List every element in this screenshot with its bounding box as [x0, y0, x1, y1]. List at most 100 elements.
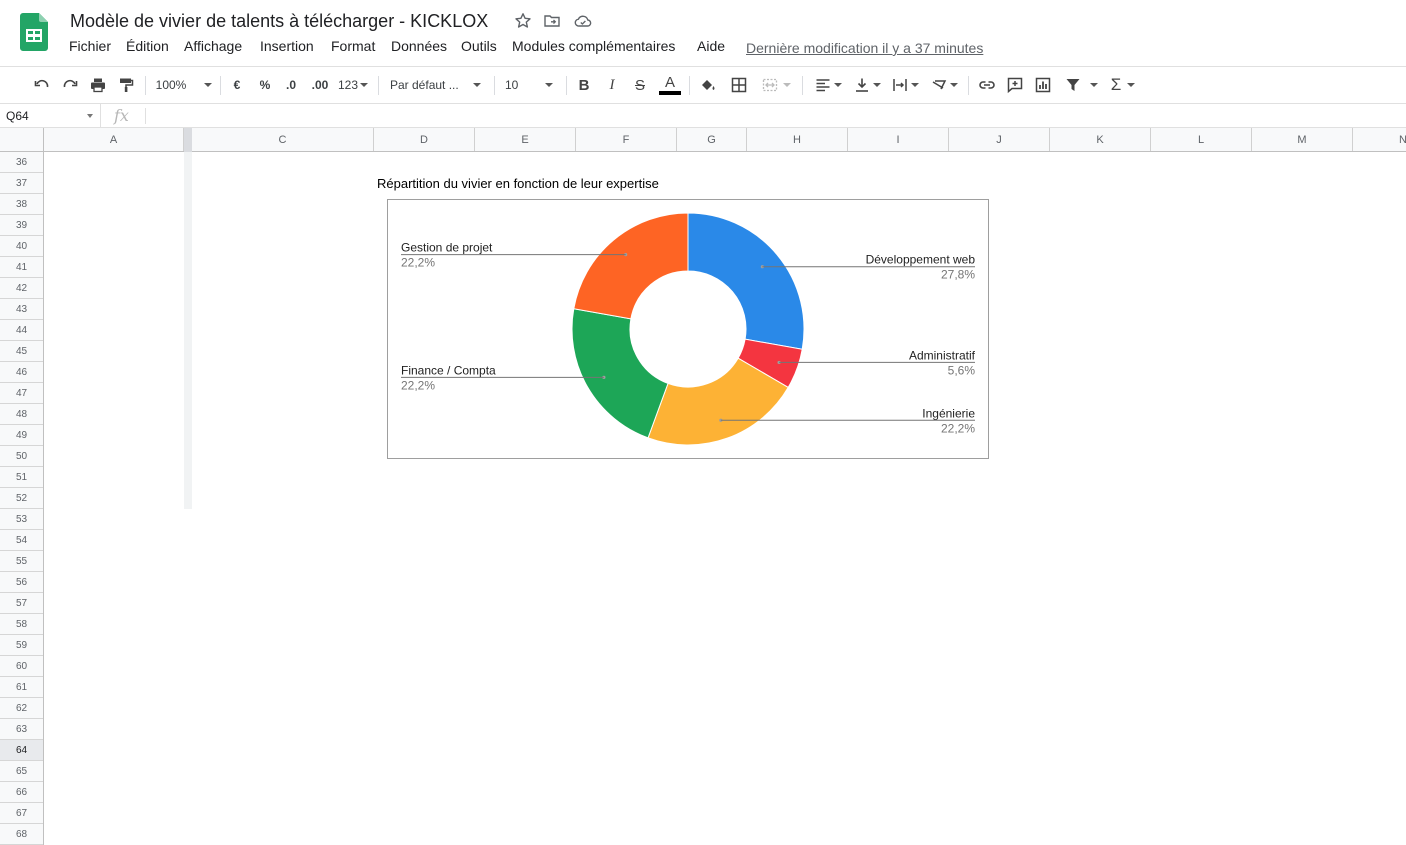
row-header[interactable]: 39 [0, 215, 43, 236]
star-icon[interactable] [514, 12, 532, 30]
redo-button[interactable] [60, 74, 80, 96]
row-header[interactable]: 67 [0, 803, 43, 824]
row-header[interactable]: 60 [0, 656, 43, 677]
row-header[interactable]: 36 [0, 152, 43, 173]
column-header[interactable]: C [192, 128, 374, 151]
row-header[interactable]: 50 [0, 446, 43, 467]
currency-label: € [233, 78, 241, 92]
hidden-column-marker[interactable] [184, 128, 192, 152]
row-header[interactable]: 63 [0, 719, 43, 740]
insert-comment-button[interactable] [1005, 74, 1025, 96]
row-header[interactable]: 54 [0, 530, 43, 551]
functions-button[interactable]: Σ [1107, 74, 1139, 96]
menu-insert[interactable]: Insertion [260, 38, 314, 54]
row-header[interactable]: 61 [0, 677, 43, 698]
merge-cells-button[interactable] [758, 74, 794, 96]
row-header[interactable]: 52 [0, 488, 43, 509]
menu-tools[interactable]: Outils [461, 38, 497, 54]
decrease-decimal-button[interactable]: .0 [282, 74, 300, 96]
menu-edit[interactable]: Édition [126, 38, 169, 54]
pie-slice[interactable] [571, 308, 669, 439]
last-edit-link[interactable]: Dernière modification il y a 37 minutes [746, 40, 983, 56]
row-header[interactable]: 48 [0, 404, 43, 425]
bold-button[interactable]: B [575, 74, 593, 96]
row-header[interactable]: 46 [0, 362, 43, 383]
column-header[interactable]: N [1353, 128, 1406, 151]
row-header[interactable]: 44 [0, 320, 43, 341]
row-header[interactable]: 40 [0, 236, 43, 257]
menu-view[interactable]: Affichage [184, 38, 242, 54]
column-header[interactable]: E [475, 128, 576, 151]
column-header[interactable]: F [576, 128, 677, 151]
filter-button[interactable] [1062, 74, 1100, 96]
row-header[interactable]: 51 [0, 467, 43, 488]
row-header[interactable]: 58 [0, 614, 43, 635]
font-size-select[interactable]: 10 [505, 74, 558, 96]
row-header[interactable]: 65 [0, 761, 43, 782]
font-family-select[interactable]: Par défaut ... [390, 74, 484, 96]
undo-button[interactable] [32, 74, 52, 96]
document-title[interactable]: Modèle de vivier de talents à télécharge… [70, 11, 488, 32]
menu-data[interactable]: Données [391, 38, 447, 54]
horizontal-align-button[interactable] [812, 74, 844, 96]
row-header[interactable]: 68 [0, 824, 43, 845]
column-header[interactable]: I [848, 128, 949, 151]
column-header[interactable]: K [1050, 128, 1151, 151]
select-all-corner[interactable] [0, 128, 44, 151]
donut-chart-svg: Développement web27,8% Administratif5,6% I… [401, 212, 976, 446]
strikethrough-button[interactable]: S [631, 74, 649, 96]
row-header[interactable]: 64 [0, 740, 43, 761]
column-header[interactable]: M [1252, 128, 1353, 151]
increase-decimal-button[interactable]: .00 [309, 74, 331, 96]
app-header: Modèle de vivier de talents à télécharge… [0, 0, 1406, 66]
row-header[interactable]: 57 [0, 593, 43, 614]
fill-color-button[interactable] [698, 74, 718, 96]
row-header[interactable]: 62 [0, 698, 43, 719]
pie-chart[interactable]: Développement web 27,8% Administratif 5,6% I… [387, 199, 989, 459]
row-header[interactable]: 47 [0, 383, 43, 404]
currency-format-button[interactable]: € [229, 74, 245, 96]
row-header[interactable]: 55 [0, 551, 43, 572]
paint-format-button[interactable] [116, 74, 136, 96]
print-button[interactable] [88, 74, 108, 96]
name-box[interactable]: Q64 [0, 104, 101, 127]
pie-slice[interactable] [573, 212, 689, 320]
row-header[interactable]: 49 [0, 425, 43, 446]
column-header[interactable]: A [44, 128, 184, 151]
row-header[interactable]: 66 [0, 782, 43, 803]
menu-help[interactable]: Aide [697, 38, 725, 54]
insert-link-button[interactable] [977, 74, 997, 96]
row-header[interactable]: 42 [0, 278, 43, 299]
more-formats-select[interactable]: 123 [337, 74, 369, 96]
row-header[interactable]: 37 [0, 173, 43, 194]
menu-addons[interactable]: Modules complémentaires [512, 38, 675, 54]
column-header[interactable]: D [374, 128, 475, 151]
row-header[interactable]: 41 [0, 257, 43, 278]
borders-button[interactable] [729, 74, 749, 96]
row-header[interactable]: 38 [0, 194, 43, 215]
chart-title[interactable]: Répartition du vivier en fonction de leu… [377, 176, 659, 191]
insert-chart-button[interactable] [1033, 74, 1053, 96]
column-header[interactable]: H [747, 128, 848, 151]
menu-file[interactable]: Fichier [69, 38, 111, 54]
text-color-button[interactable]: A [659, 74, 681, 96]
pie-slice[interactable] [687, 212, 805, 350]
column-header[interactable]: L [1151, 128, 1252, 151]
row-header[interactable]: 59 [0, 635, 43, 656]
zoom-select[interactable]: 100% [155, 74, 213, 96]
sheets-logo-icon[interactable] [20, 13, 48, 51]
row-header[interactable]: 53 [0, 509, 43, 530]
row-header[interactable]: 56 [0, 572, 43, 593]
menu-format[interactable]: Format [331, 38, 375, 54]
row-header[interactable]: 45 [0, 341, 43, 362]
text-wrapping-button[interactable] [889, 74, 921, 96]
move-folder-icon[interactable] [543, 12, 561, 30]
column-header[interactable]: G [677, 128, 747, 151]
cloud-saved-icon[interactable] [574, 12, 592, 30]
text-rotation-button[interactable] [928, 74, 960, 96]
vertical-align-button[interactable] [851, 74, 883, 96]
column-header[interactable]: J [949, 128, 1050, 151]
italic-button[interactable]: I [603, 74, 621, 96]
row-header[interactable]: 43 [0, 299, 43, 320]
percent-format-button[interactable]: % [257, 74, 273, 96]
